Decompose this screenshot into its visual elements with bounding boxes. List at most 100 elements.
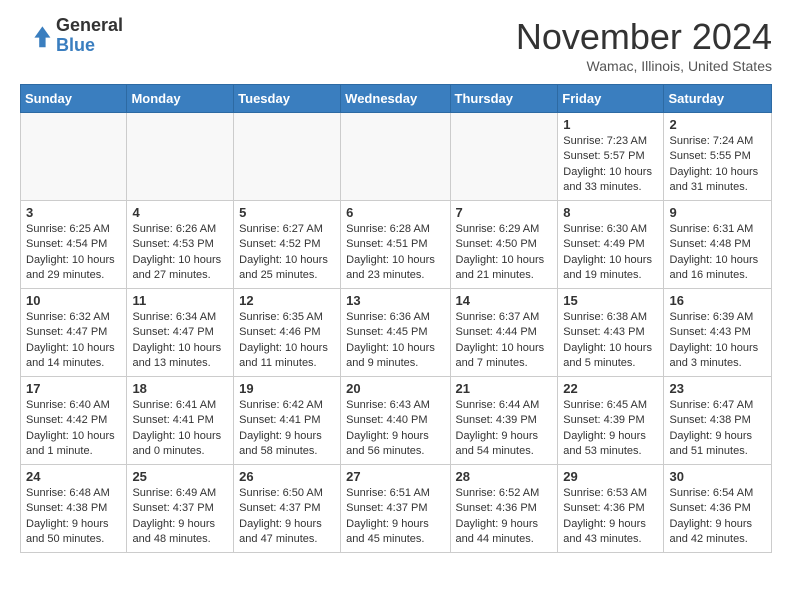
day-number: 3 xyxy=(26,205,121,220)
calendar-cell: 17Sunrise: 6:40 AM Sunset: 4:42 PM Dayli… xyxy=(21,377,127,465)
day-info: Sunrise: 6:43 AM Sunset: 4:40 PM Dayligh… xyxy=(346,398,444,460)
day-info: Sunrise: 6:52 AM Sunset: 4:36 PM Dayligh… xyxy=(456,486,553,548)
calendar-cell: 12Sunrise: 6:35 AM Sunset: 4:46 PM Dayli… xyxy=(234,289,341,377)
day-info: Sunrise: 6:47 AM Sunset: 4:38 PM Dayligh… xyxy=(669,398,766,460)
day-number: 29 xyxy=(563,469,658,484)
calendar-header: SundayMondayTuesdayWednesdayThursdayFrid… xyxy=(21,85,772,113)
day-number: 16 xyxy=(669,293,766,308)
day-number: 24 xyxy=(26,469,121,484)
calendar-cell: 9Sunrise: 6:31 AM Sunset: 4:48 PM Daylig… xyxy=(664,201,772,289)
logo: General Blue xyxy=(20,16,123,56)
day-number: 27 xyxy=(346,469,444,484)
calendar-cell xyxy=(21,113,127,201)
day-number: 7 xyxy=(456,205,553,220)
calendar-body: 1Sunrise: 7:23 AM Sunset: 5:57 PM Daylig… xyxy=(21,113,772,553)
day-info: Sunrise: 6:32 AM Sunset: 4:47 PM Dayligh… xyxy=(26,310,121,372)
day-info: Sunrise: 6:28 AM Sunset: 4:51 PM Dayligh… xyxy=(346,222,444,284)
calendar-cell: 15 Sunrise: 6:38 AM Sunset: 4:43 PM Dayli… xyxy=(558,289,664,377)
calendar-cell: 25 Sunrise: 6:49 AM Sunset: 4:37 PM Dayli… xyxy=(127,465,234,553)
day-info: Sunrise: 6:49 AM Sunset: 4:37 PM Dayligh… xyxy=(132,486,228,548)
calendar-cell: 1Sunrise: 7:23 AM Sunset: 5:57 PM Daylig… xyxy=(558,113,664,201)
column-header-monday: Monday xyxy=(127,85,234,113)
day-number: 15 xyxy=(563,293,658,308)
calendar-cell: 4 Sunrise: 6:26 AM Sunset: 4:53 PM Daylig… xyxy=(127,201,234,289)
day-info: Sunrise: 6:40 AM Sunset: 4:42 PM Dayligh… xyxy=(26,398,121,460)
day-info: Sunrise: 6:54 AM Sunset: 4:36 PM Dayligh… xyxy=(669,486,766,548)
logo-general-text: General xyxy=(56,16,123,36)
day-number: 22 xyxy=(563,381,658,396)
day-number: 11 xyxy=(132,293,228,308)
day-info: Sunrise: 6:51 AM Sunset: 4:37 PM Dayligh… xyxy=(346,486,444,548)
calendar-cell: 30 Sunrise: 6:54 AM Sunset: 4:36 PM Dayli… xyxy=(664,465,772,553)
day-info: Sunrise: 6:27 AM Sunset: 4:52 PM Dayligh… xyxy=(239,222,335,284)
calendar-cell: 22 Sunrise: 6:45 AM Sunset: 4:39 PM Dayli… xyxy=(558,377,664,465)
calendar-cell: 29 Sunrise: 6:53 AM Sunset: 4:36 PM Dayli… xyxy=(558,465,664,553)
day-number: 10 xyxy=(26,293,121,308)
week-row-3: 10 Sunrise: 6:32 AM Sunset: 4:47 PM Dayli… xyxy=(21,289,772,377)
logo-blue-text: Blue xyxy=(56,36,123,56)
day-number: 26 xyxy=(239,469,335,484)
day-number: 21 xyxy=(456,381,553,396)
week-row-5: 24 Sunrise: 6:48 AM Sunset: 4:38 PM Dayli… xyxy=(21,465,772,553)
day-number: 13 xyxy=(346,293,444,308)
calendar-cell: 20 Sunrise: 6:43 AM Sunset: 4:40 PM Dayli… xyxy=(341,377,450,465)
day-number: 1 xyxy=(563,117,658,132)
day-info: Sunrise: 6:26 AM Sunset: 4:53 PM Dayligh… xyxy=(132,222,228,284)
location: Wamac, Illinois, United States xyxy=(516,58,772,74)
day-info: Sunrise: 6:44 AM Sunset: 4:39 PM Dayligh… xyxy=(456,398,553,460)
calendar-cell: 13Sunrise: 6:36 AM Sunset: 4:45 PM Dayli… xyxy=(341,289,450,377)
calendar-cell xyxy=(450,113,558,201)
day-info: Sunrise: 6:35 AM Sunset: 4:46 PM Dayligh… xyxy=(239,310,335,372)
day-info: Sunrise: 6:53 AM Sunset: 4:36 PM Dayligh… xyxy=(563,486,658,548)
day-number: 30 xyxy=(669,469,766,484)
calendar-cell: 28 Sunrise: 6:52 AM Sunset: 4:36 PM Dayli… xyxy=(450,465,558,553)
calendar-cell xyxy=(127,113,234,201)
column-header-friday: Friday xyxy=(558,85,664,113)
day-number: 20 xyxy=(346,381,444,396)
week-row-2: 3Sunrise: 6:25 AM Sunset: 4:54 PM Daylig… xyxy=(21,201,772,289)
day-number: 2 xyxy=(669,117,766,132)
calendar-cell: 18 Sunrise: 6:41 AM Sunset: 4:41 PM Dayli… xyxy=(127,377,234,465)
calendar-cell: 11 Sunrise: 6:34 AM Sunset: 4:47 PM Dayli… xyxy=(127,289,234,377)
calendar-cell: 24 Sunrise: 6:48 AM Sunset: 4:38 PM Dayli… xyxy=(21,465,127,553)
day-info: Sunrise: 6:50 AM Sunset: 4:37 PM Dayligh… xyxy=(239,486,335,548)
day-number: 9 xyxy=(669,205,766,220)
day-info: Sunrise: 6:38 AM Sunset: 4:43 PM Dayligh… xyxy=(563,310,658,372)
day-number: 4 xyxy=(132,205,228,220)
calendar-cell: 26 Sunrise: 6:50 AM Sunset: 4:37 PM Dayli… xyxy=(234,465,341,553)
month-title: November 2024 xyxy=(516,16,772,58)
calendar-table: SundayMondayTuesdayWednesdayThursdayFrid… xyxy=(20,84,772,553)
day-info: Sunrise: 6:39 AM Sunset: 4:43 PM Dayligh… xyxy=(669,310,766,372)
day-number: 25 xyxy=(132,469,228,484)
day-number: 14 xyxy=(456,293,553,308)
calendar-cell: 16 Sunrise: 6:39 AM Sunset: 4:43 PM Dayli… xyxy=(664,289,772,377)
day-number: 8 xyxy=(563,205,658,220)
column-header-wednesday: Wednesday xyxy=(341,85,450,113)
calendar-cell: 6 Sunrise: 6:28 AM Sunset: 4:51 PM Daylig… xyxy=(341,201,450,289)
day-info: Sunrise: 6:37 AM Sunset: 4:44 PM Dayligh… xyxy=(456,310,553,372)
calendar-cell: 21 Sunrise: 6:44 AM Sunset: 4:39 PM Dayli… xyxy=(450,377,558,465)
calendar-cell: 3Sunrise: 6:25 AM Sunset: 4:54 PM Daylig… xyxy=(21,201,127,289)
day-number: 19 xyxy=(239,381,335,396)
day-number: 28 xyxy=(456,469,553,484)
column-header-sunday: Sunday xyxy=(21,85,127,113)
day-info: Sunrise: 6:48 AM Sunset: 4:38 PM Dayligh… xyxy=(26,486,121,548)
day-info: Sunrise: 6:34 AM Sunset: 4:47 PM Dayligh… xyxy=(132,310,228,372)
calendar-cell: 19Sunrise: 6:42 AM Sunset: 4:41 PM Dayli… xyxy=(234,377,341,465)
calendar-cell: 2 Sunrise: 7:24 AM Sunset: 5:55 PM Daylig… xyxy=(664,113,772,201)
title-block: November 2024 Wamac, Illinois, United St… xyxy=(516,16,772,74)
day-info: Sunrise: 6:41 AM Sunset: 4:41 PM Dayligh… xyxy=(132,398,228,460)
calendar-cell: 14 Sunrise: 6:37 AM Sunset: 4:44 PM Dayli… xyxy=(450,289,558,377)
day-number: 23 xyxy=(669,381,766,396)
header-row: SundayMondayTuesdayWednesdayThursdayFrid… xyxy=(21,85,772,113)
day-number: 5 xyxy=(239,205,335,220)
day-number: 18 xyxy=(132,381,228,396)
day-number: 6 xyxy=(346,205,444,220)
logo-icon xyxy=(20,20,52,52)
day-info: Sunrise: 6:45 AM Sunset: 4:39 PM Dayligh… xyxy=(563,398,658,460)
calendar-cell: 7Sunrise: 6:29 AM Sunset: 4:50 PM Daylig… xyxy=(450,201,558,289)
week-row-1: 1Sunrise: 7:23 AM Sunset: 5:57 PM Daylig… xyxy=(21,113,772,201)
column-header-tuesday: Tuesday xyxy=(234,85,341,113)
header: General Blue November 2024 Wamac, Illino… xyxy=(20,16,772,74)
day-info: Sunrise: 7:24 AM Sunset: 5:55 PM Dayligh… xyxy=(669,134,766,196)
